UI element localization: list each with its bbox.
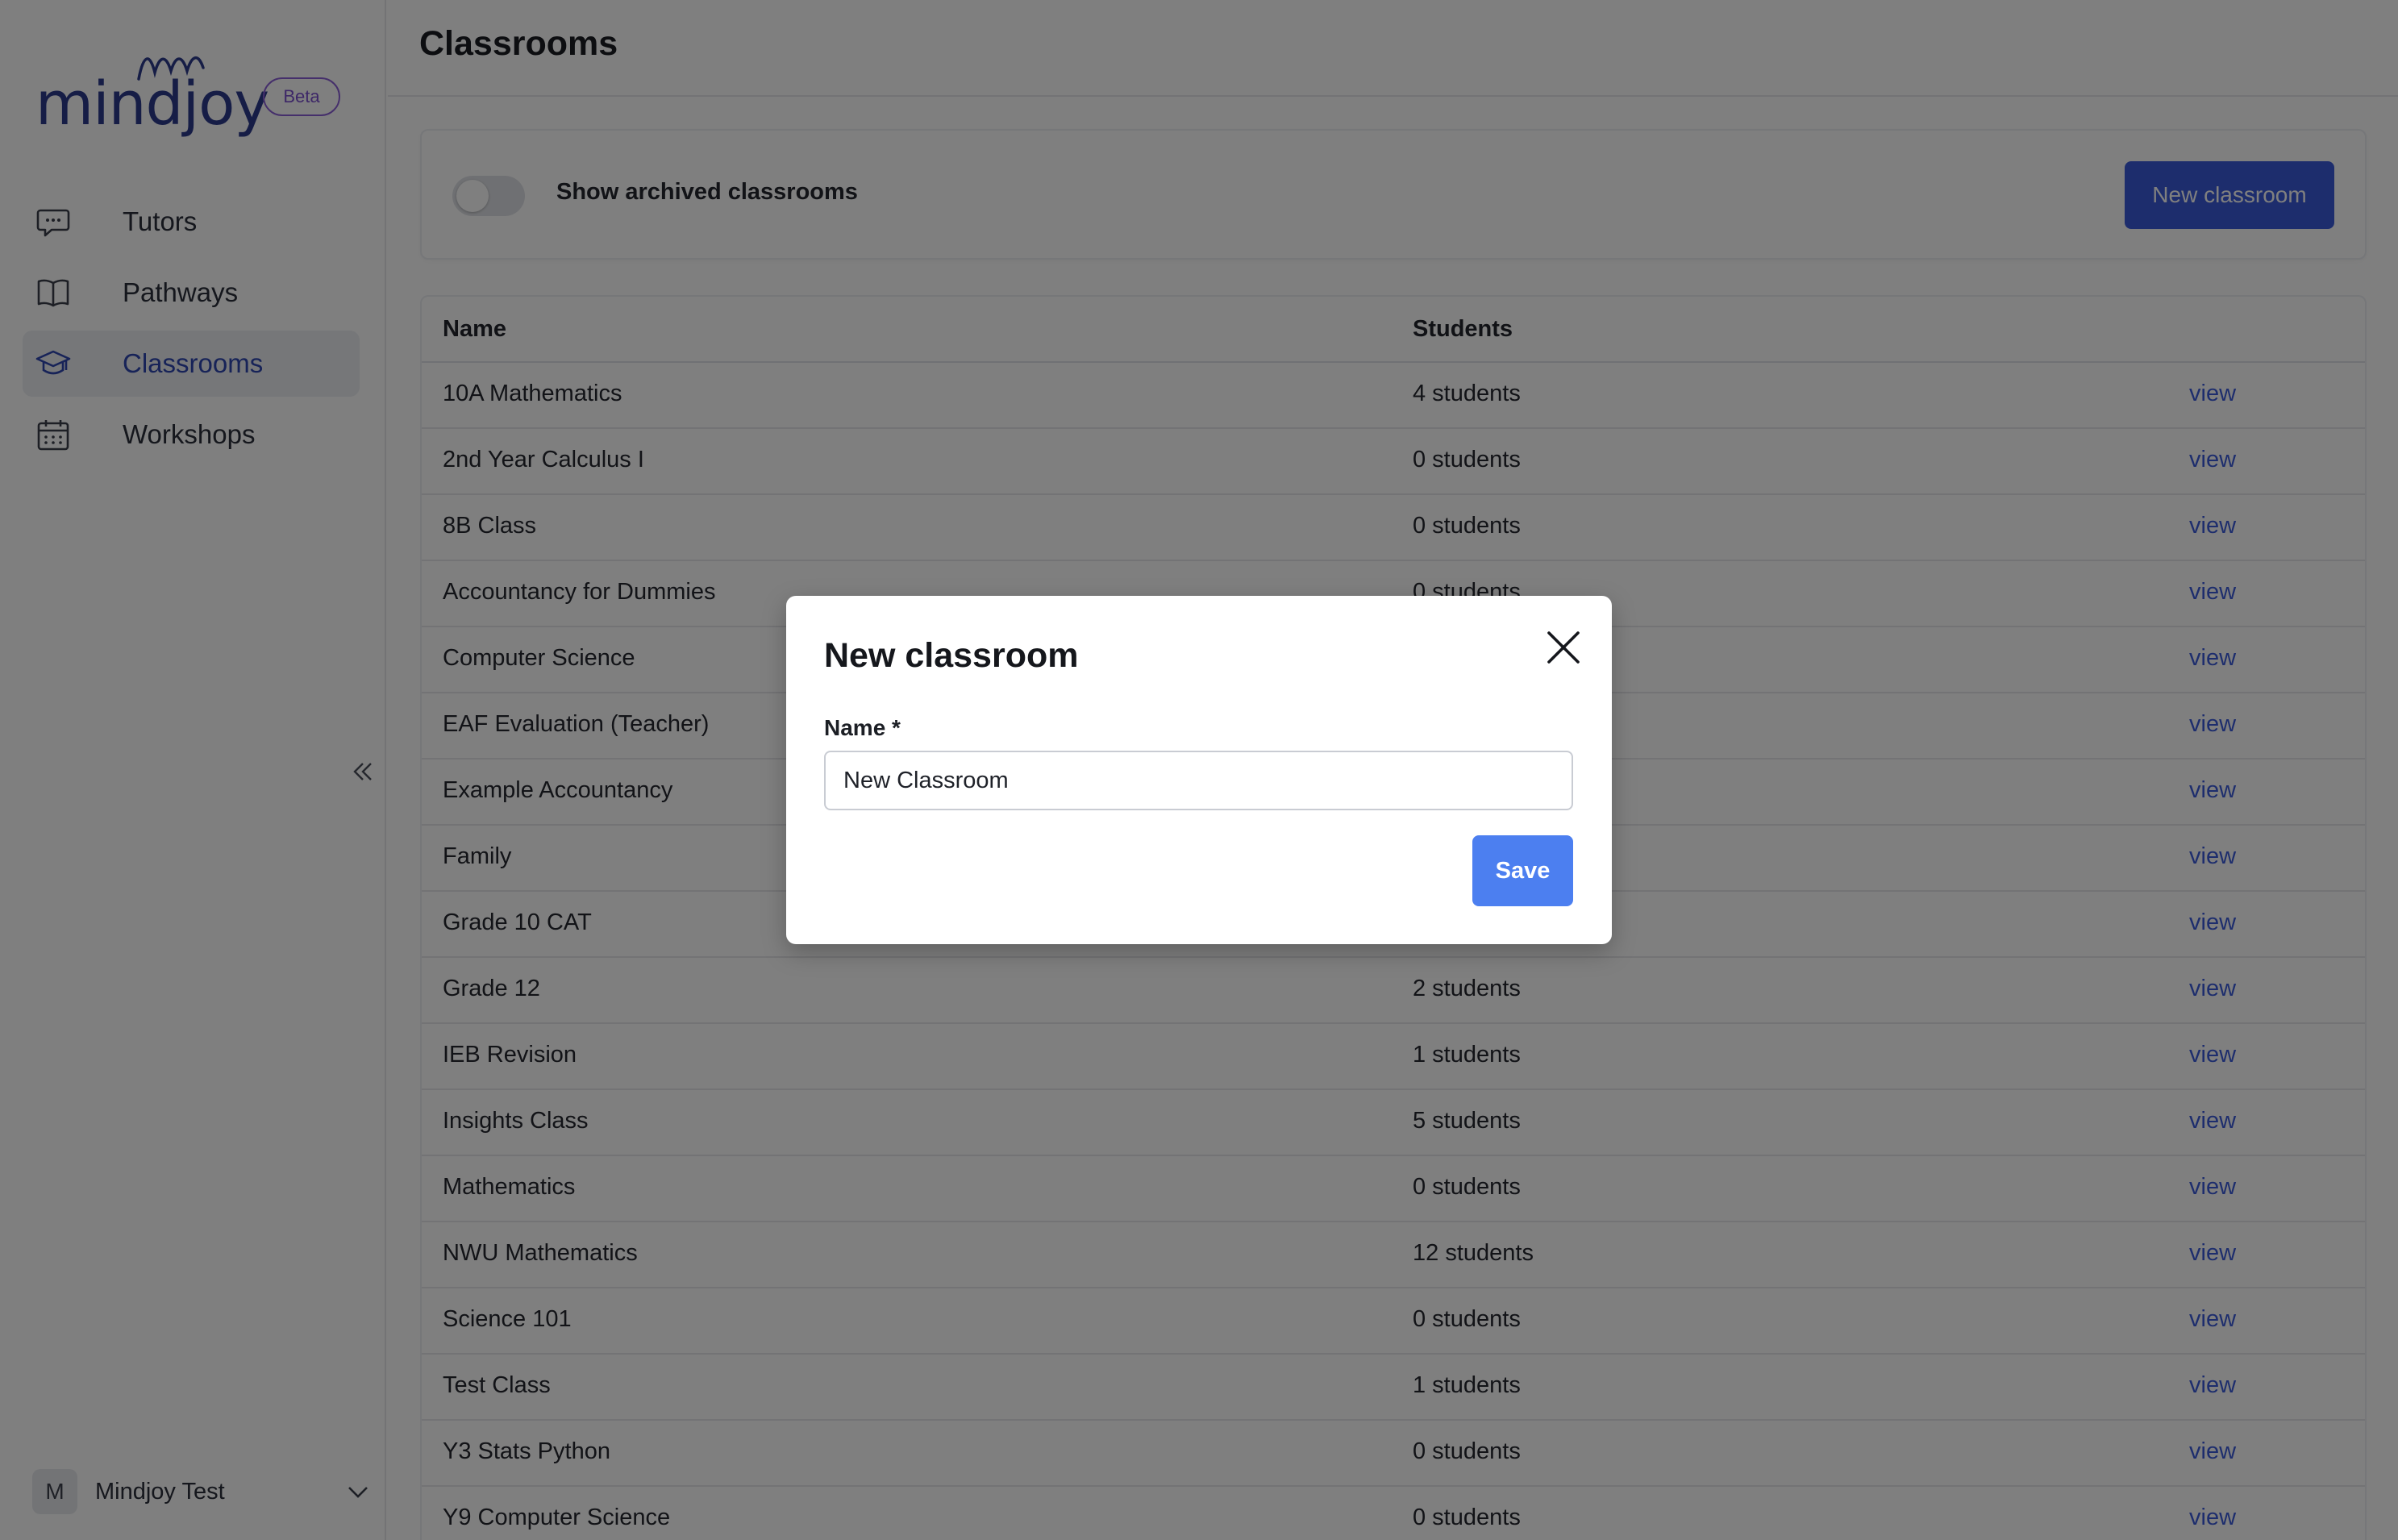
dialog-title: New classroom: [824, 636, 1079, 675]
name-field-label: Name *: [824, 715, 901, 740]
close-icon: [1547, 631, 1580, 664]
save-button[interactable]: Save: [1472, 835, 1573, 906]
close-button[interactable]: [1539, 623, 1588, 672]
classroom-name-input[interactable]: [824, 751, 1573, 810]
new-classroom-dialog: New classroom Name * Save: [786, 596, 1612, 944]
